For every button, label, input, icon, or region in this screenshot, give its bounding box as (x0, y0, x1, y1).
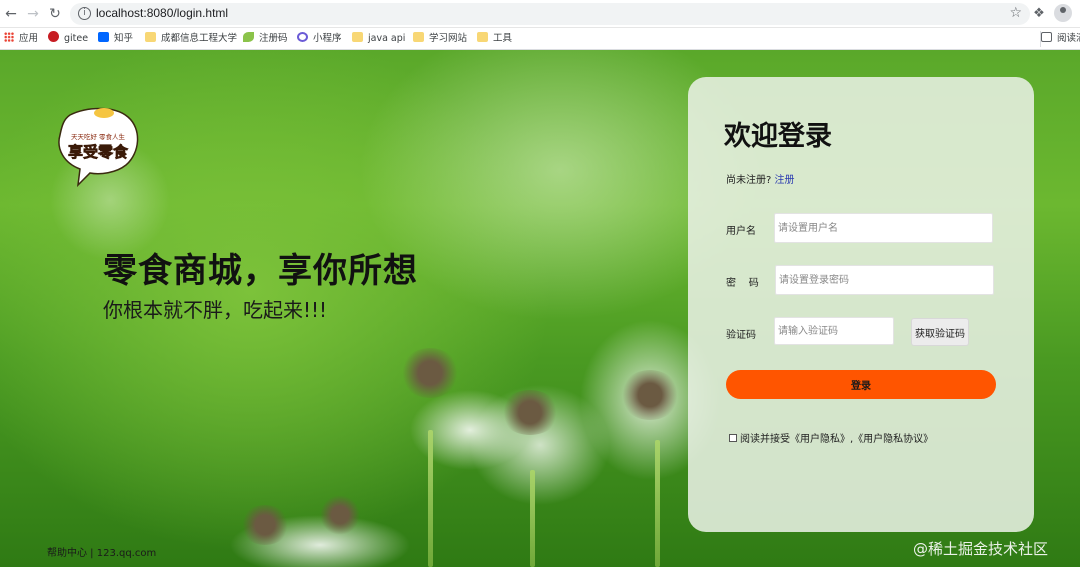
logo-name: 享受零食 (68, 143, 129, 161)
folder-icon (413, 32, 424, 42)
site-info-icon[interactable]: i (78, 7, 91, 20)
bookmark-register-code[interactable]: 注册码 (243, 31, 288, 47)
brand-logo: 天天吃好 零食人生 享受零食 (58, 107, 139, 187)
register-prompt: 尚未注册? 注册 (726, 171, 795, 186)
get-code-button[interactable]: 获取验证码 (911, 318, 969, 346)
bookmark-tools[interactable]: 工具 (477, 31, 512, 47)
login-button[interactable]: 登录 (726, 370, 996, 399)
password-input[interactable] (775, 265, 994, 295)
browser-toolbar: ← → ↻ i localhost:8080/login.html ☆ ❖ (0, 0, 1080, 28)
dandelion-head (320, 495, 360, 535)
username-input[interactable] (774, 213, 993, 243)
bookmark-star-icon[interactable]: ☆ (1009, 5, 1022, 21)
dandelion-head (400, 348, 460, 398)
extensions-icon[interactable]: ❖ (1030, 5, 1048, 23)
dandelion-head (500, 390, 560, 435)
back-icon[interactable]: ← (2, 5, 20, 23)
username-label: 用户名 (726, 226, 756, 237)
agreement-row: 阅读并接受《用户隐私》,《用户隐私协议》 (729, 430, 933, 445)
reading-list[interactable]: 阅读清 (1040, 31, 1080, 47)
forward-icon[interactable]: → (24, 5, 42, 23)
password-label: 密 码 (726, 278, 759, 289)
logo-tagline: 天天吃好 零食人生 (71, 132, 126, 141)
agreement-text: 阅读并接受《用户隐私》,《用户隐私协议》 (740, 434, 934, 445)
url-text: localhost:8080/login.html (96, 6, 229, 20)
zhihu-icon (98, 32, 109, 42)
bookmark-gitee[interactable]: gitee (48, 31, 88, 47)
folder-icon (477, 32, 488, 42)
profile-avatar-icon[interactable] (1054, 4, 1072, 22)
verification-code-label: 验证码 (726, 330, 756, 341)
dandelion-head (620, 370, 680, 420)
login-panel: 欢迎登录 尚未注册? 注册 用户名 密 码 验证码 获取验证码 登录 阅读并接受… (688, 77, 1034, 532)
gitee-icon (48, 31, 59, 42)
dandelion-stem (655, 440, 660, 567)
bookmark-apps[interactable]: 应用 (4, 31, 38, 47)
register-prompt-text: 尚未注册? (726, 175, 772, 186)
reload-icon[interactable]: ↻ (46, 5, 64, 23)
apps-grid-icon (4, 32, 14, 42)
watermark: @稀土掘金技术社区 (913, 540, 1049, 558)
bookmark-mini-program[interactable]: 小程序 (297, 31, 342, 47)
bookmark-zhihu[interactable]: 知乎 (98, 31, 133, 47)
help-center-link[interactable]: 帮助中心 | 123.qq.com (47, 544, 156, 559)
folder-icon (145, 32, 156, 42)
verification-code-input[interactable] (774, 317, 894, 345)
bookmark-study-sites[interactable]: 学习网站 (413, 31, 467, 47)
dandelion-stem (428, 430, 433, 567)
register-link[interactable]: 注册 (775, 175, 795, 186)
bookmark-cuit[interactable]: 成都信息工程大学 (145, 31, 237, 47)
login-page: 天天吃好 零食人生 享受零食 零食商城，享你所想 你根本就不胖，吃起来!!! 帮… (0, 50, 1080, 567)
folder-icon (352, 32, 363, 42)
agreement-checkbox[interactable] (729, 434, 737, 442)
bookmark-java-api[interactable]: java api (352, 31, 405, 47)
link-icon (297, 32, 308, 42)
hero-subtitle: 你根本就不胖，吃起来!!! (103, 298, 328, 322)
bookmarks-bar: 应用 gitee 知乎 成都信息工程大学 注册码 小程序 java api 学习… (0, 28, 1080, 50)
leaf-icon (243, 32, 254, 42)
hero-title: 零食商城，享你所想 (103, 251, 418, 291)
reading-list-icon (1041, 32, 1052, 42)
login-title: 欢迎登录 (724, 121, 832, 152)
dandelion-stem (530, 470, 535, 567)
address-bar[interactable]: i localhost:8080/login.html ☆ (70, 3, 1030, 25)
dandelion-head (240, 505, 290, 545)
